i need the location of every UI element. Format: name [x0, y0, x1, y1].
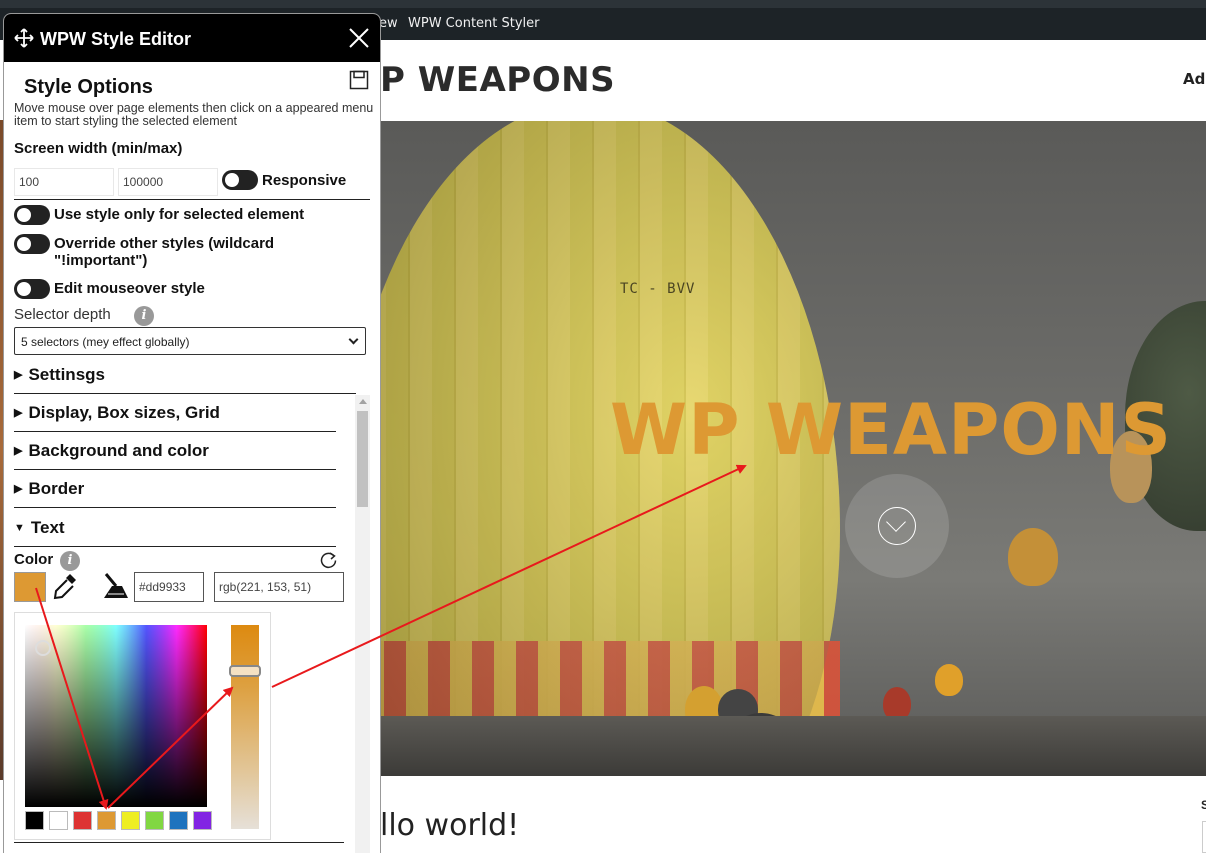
eyedropper-icon[interactable]: [52, 572, 78, 602]
hero-section: TC - BVV WP WEAPONS: [380, 121, 1206, 776]
save-icon[interactable]: [349, 70, 369, 90]
current-color-swatch[interactable]: [14, 572, 46, 602]
saturation-value-area[interactable]: [25, 625, 207, 807]
adminbar-item-content-styler[interactable]: WPW Content Styler: [408, 16, 540, 31]
palette-swatch-blue[interactable]: [169, 811, 188, 830]
accordion-label: Settinsgs: [28, 365, 105, 384]
panel-header[interactable]: WPW Style Editor: [4, 14, 380, 62]
palette-swatch-black[interactable]: [25, 811, 44, 830]
panel-body: Style Options Move mouse over page eleme…: [4, 62, 380, 853]
selector-depth-label: Selector depth: [14, 306, 111, 323]
divider: [14, 199, 370, 200]
triangle-down-icon: ▼: [14, 522, 25, 534]
mouseover-toggle[interactable]: [14, 279, 50, 299]
move-icon[interactable]: [14, 28, 34, 48]
selector-depth-select[interactable]: 5 selectors (mey effect globally): [14, 327, 366, 355]
important-label-line1: Override other styles (wildcard: [54, 235, 275, 252]
reset-icon[interactable]: [320, 551, 338, 569]
divider: [14, 431, 336, 432]
accordion-label: Background and color: [28, 441, 209, 460]
min-width-input[interactable]: [14, 168, 114, 196]
divider: [14, 546, 336, 547]
panel-title: WPW Style Editor: [40, 29, 192, 49]
mouseover-label: Edit mouseover style: [54, 280, 205, 297]
accordion-border[interactable]: ▶ Border: [14, 479, 84, 499]
site-title[interactable]: P WEAPONS: [380, 60, 615, 100]
important-label-line2: "!important"): [54, 252, 148, 269]
small-balloon: [1008, 528, 1058, 586]
color-picker: [14, 612, 271, 840]
only-selected-label: Use style only for selected element: [54, 206, 305, 223]
only-selected-toggle[interactable]: [14, 205, 50, 225]
divider: [14, 842, 344, 843]
selector-depth-value: 5 selectors (mey effect globally): [21, 335, 190, 349]
accordion-label: Border: [28, 479, 85, 498]
landscape: [380, 716, 1206, 776]
accordion-settings[interactable]: ▶ Settinsgs: [14, 365, 105, 385]
triangle-right-icon: ▶: [14, 407, 23, 419]
sidebar-widget-title: S: [1201, 798, 1206, 812]
palette-swatch-green[interactable]: [145, 811, 164, 830]
brush-icon[interactable]: [100, 572, 130, 602]
divider: [14, 469, 336, 470]
info-icon[interactable]: i: [134, 306, 154, 326]
site-header: P WEAPONS Ad: [380, 40, 1206, 122]
close-icon[interactable]: [348, 27, 370, 49]
sidebar-search-input[interactable]: [1202, 821, 1206, 853]
palette-swatch-white[interactable]: [49, 811, 68, 830]
balloon-registration-text: TC - BVV: [620, 281, 696, 297]
accordion-label: Display, Box sizes, Grid: [28, 403, 220, 422]
palette-swatch-purple[interactable]: [193, 811, 212, 830]
accordion-label: Text: [30, 518, 65, 537]
triangle-right-icon: ▶: [14, 483, 23, 495]
triangle-right-icon: ▶: [14, 445, 23, 457]
post-title[interactable]: llo world!: [380, 808, 519, 843]
palette-swatch-yellow[interactable]: [121, 811, 140, 830]
browser-strip: [0, 0, 1206, 8]
important-toggle[interactable]: [14, 234, 50, 254]
section-title: Style Options: [24, 76, 153, 98]
hex-input[interactable]: [134, 572, 204, 602]
hue-slider[interactable]: [229, 625, 261, 829]
accordion-display[interactable]: ▶ Display, Box sizes, Grid: [14, 403, 220, 423]
style-editor-panel: WPW Style Editor Style Options Move mous…: [3, 13, 381, 853]
hero-title[interactable]: WP WEAPONS: [610, 389, 1172, 471]
info-icon[interactable]: i: [60, 551, 80, 571]
divider: [14, 393, 356, 394]
triangle-right-icon: ▶: [14, 369, 23, 381]
max-width-input[interactable]: [118, 168, 218, 196]
scrollbar-thumb[interactable]: [357, 411, 368, 507]
accordion-background[interactable]: ▶ Background and color: [14, 441, 209, 461]
color-cursor[interactable]: [35, 640, 51, 656]
hue-slider-handle[interactable]: [229, 665, 261, 677]
screen-width-label: Screen width (min/max): [14, 140, 183, 157]
palette-swatch-red[interactable]: [73, 811, 92, 830]
chevron-down-icon: [348, 334, 359, 345]
nav-item[interactable]: Ad: [1183, 70, 1205, 88]
small-balloon: [935, 664, 963, 696]
palette-swatch-orange[interactable]: [97, 811, 116, 830]
accordion-text[interactable]: ▼ Text: [14, 518, 65, 538]
responsive-toggle[interactable]: [222, 170, 258, 190]
color-label: Color: [14, 551, 54, 568]
divider: [14, 507, 336, 508]
panel-scrollbar[interactable]: [355, 395, 370, 853]
scroll-down-button[interactable]: [845, 474, 949, 578]
responsive-label: Responsive: [262, 172, 347, 189]
adminbar-item-view[interactable]: ew: [379, 16, 398, 31]
rgb-input[interactable]: [214, 572, 344, 602]
scroll-up-icon[interactable]: [359, 399, 367, 404]
instructions-text: Move mouse over page elements then click…: [14, 101, 374, 128]
